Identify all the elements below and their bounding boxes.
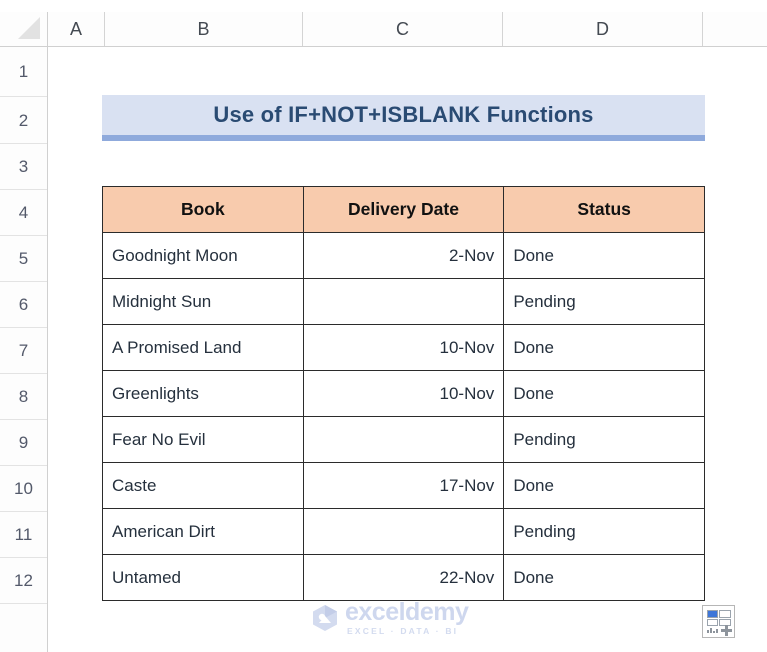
cell-book[interactable]: Greenlights xyxy=(102,370,304,417)
table-row[interactable]: Greenlights 10-Nov Done xyxy=(102,370,705,417)
exceldemy-watermark: exceldemy EXCEL · DATA · BI xyxy=(312,598,469,636)
table-row[interactable]: American Dirt Pending xyxy=(102,508,705,555)
column-headers: ABCD xyxy=(0,12,767,47)
qa-dashes-icon xyxy=(707,628,718,633)
cell-delivery-date[interactable] xyxy=(302,508,505,555)
title-banner[interactable]: Use of IF+NOT+ISBLANK Functions xyxy=(102,95,705,141)
cell-delivery-date[interactable]: 10-Nov xyxy=(302,370,505,417)
row-header-5[interactable]: 5 xyxy=(0,236,47,282)
row-header-6[interactable]: 6 xyxy=(0,282,47,328)
table-head: Book Delivery Date Status xyxy=(102,186,705,233)
cell-book[interactable]: Midnight Sun xyxy=(102,278,304,325)
column-header-delivery-date[interactable]: Delivery Date xyxy=(302,186,505,233)
row-header-1[interactable]: 1 xyxy=(0,47,47,97)
cell-book[interactable]: A Promised Land xyxy=(102,324,304,371)
watermark-text: exceldemy EXCEL · DATA · BI xyxy=(345,598,469,636)
row-header-8[interactable]: 8 xyxy=(0,374,47,420)
watermark-tagline: EXCEL · DATA · BI xyxy=(347,626,459,636)
row-header-4[interactable]: 4 xyxy=(0,190,47,236)
quick-analysis-button[interactable] xyxy=(702,605,735,638)
row-header-7[interactable]: 7 xyxy=(0,328,47,374)
qa-cell-empty-bottom-left xyxy=(707,619,718,626)
table-row[interactable]: Midnight Sun Pending xyxy=(102,278,705,325)
data-table[interactable]: Book Delivery Date Status Goodnight Moon… xyxy=(102,186,705,601)
column-header-b[interactable]: B xyxy=(105,12,303,46)
qa-plus-icon-v xyxy=(725,625,728,636)
cell-book[interactable]: Goodnight Moon xyxy=(102,232,304,279)
column-header-book[interactable]: Book xyxy=(102,186,304,233)
table-row[interactable]: Untamed 22-Nov Done xyxy=(102,554,705,601)
cell-book[interactable]: Untamed xyxy=(102,554,304,601)
row-header-11[interactable]: 11 xyxy=(0,512,47,558)
cell-book[interactable]: Caste xyxy=(102,462,304,509)
table-row[interactable]: Caste 17-Nov Done xyxy=(102,462,705,509)
table-header-row: Book Delivery Date Status xyxy=(102,186,705,233)
table-row[interactable]: Fear No Evil Pending xyxy=(102,416,705,463)
select-all-triangle-icon xyxy=(18,17,40,39)
cell-delivery-date[interactable] xyxy=(302,278,505,325)
cell-status[interactable]: Done xyxy=(503,324,705,371)
qa-cell-filled xyxy=(707,610,718,618)
cell-delivery-date[interactable]: 2-Nov xyxy=(302,232,505,279)
column-header-status[interactable]: Status xyxy=(503,186,705,233)
column-header-d[interactable]: D xyxy=(503,12,703,46)
cell-status[interactable]: Pending xyxy=(503,278,705,325)
qa-cell-empty-top-right xyxy=(719,610,731,618)
column-header-a[interactable]: A xyxy=(48,12,105,46)
quick-analysis-icon xyxy=(707,610,732,636)
cell-delivery-date[interactable]: 22-Nov xyxy=(302,554,505,601)
cell-book[interactable]: American Dirt xyxy=(102,508,304,555)
excel-worksheet: ABCD 1 2 3 4 5 6 7 8 9 10 11 12 Use of IF+NOT+ISBLA… xyxy=(0,0,767,652)
cell-status[interactable]: Done xyxy=(503,370,705,417)
page-title: Use of IF+NOT+ISBLANK Functions xyxy=(213,102,594,127)
cell-status[interactable]: Done xyxy=(503,462,705,509)
table-body: Goodnight Moon 2-Nov Done Midnight Sun Pendi… xyxy=(102,232,705,601)
table-row[interactable]: A Promised Land 10-Nov Done xyxy=(102,324,705,371)
cell-delivery-date[interactable]: 10-Nov xyxy=(302,324,505,371)
cell-status[interactable]: Done xyxy=(503,554,705,601)
row-header-3[interactable]: 3 xyxy=(0,144,47,190)
column-header-c[interactable]: C xyxy=(303,12,503,46)
cell-delivery-date[interactable] xyxy=(302,416,505,463)
row-header-10[interactable]: 10 xyxy=(0,466,47,512)
row-header-2[interactable]: 2 xyxy=(0,97,47,144)
row-header-9[interactable]: 9 xyxy=(0,420,47,466)
cell-status[interactable]: Pending xyxy=(503,416,705,463)
exceldemy-hexagon-logo-icon xyxy=(313,604,337,631)
cell-delivery-date[interactable]: 17-Nov xyxy=(302,462,505,509)
watermark-name: exceldemy xyxy=(345,598,469,626)
select-all-corner[interactable] xyxy=(0,12,48,47)
table-row[interactable]: Goodnight Moon 2-Nov Done xyxy=(102,232,705,279)
row-header-12[interactable]: 12 xyxy=(0,558,47,604)
row-headers: 1 2 3 4 5 6 7 8 9 10 11 12 xyxy=(0,47,48,652)
cell-book[interactable]: Fear No Evil xyxy=(102,416,304,463)
cell-status[interactable]: Pending xyxy=(503,508,705,555)
cell-status[interactable]: Done xyxy=(503,232,705,279)
